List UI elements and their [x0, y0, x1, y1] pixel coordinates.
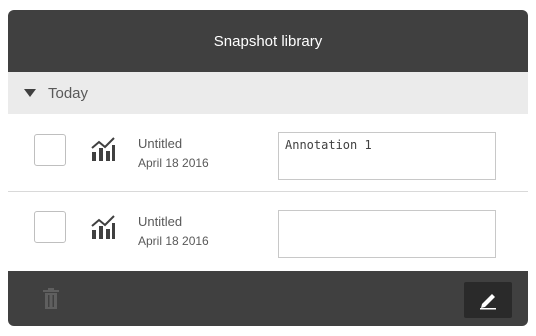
dialog-footer: [8, 271, 528, 326]
annotation-field[interactable]: Annotation 1: [278, 132, 496, 180]
snapshot-checkbox[interactable]: [34, 211, 66, 243]
snapshot-row[interactable]: Untitled April 18 2016 Annotation 1: [8, 114, 528, 192]
edit-button[interactable]: [464, 282, 512, 318]
snapshot-date: April 18 2016: [138, 156, 209, 170]
group-header-today[interactable]: Today: [8, 72, 528, 114]
line-chart-icon: [91, 215, 115, 239]
annotation-field[interactable]: [278, 210, 496, 258]
snapshot-row[interactable]: Untitled April 18 2016: [8, 193, 528, 271]
snapshot-title: Untitled: [138, 136, 183, 151]
pencil-icon: [480, 294, 496, 310]
snapshot-checkbox[interactable]: [34, 134, 66, 166]
line-chart-icon: [91, 137, 115, 161]
snapshot-library-dialog: Snapshot library Today Untitled April 18…: [8, 10, 528, 326]
caret-down-icon: [24, 89, 36, 97]
dialog-header: Snapshot library: [8, 10, 528, 72]
snapshot-meta: Untitled April 18 2016: [138, 136, 209, 172]
group-label: Today: [48, 84, 89, 102]
snapshot-title: Untitled: [138, 214, 183, 229]
snapshot-meta: Untitled April 18 2016: [138, 214, 209, 250]
snapshot-date: April 18 2016: [138, 234, 209, 248]
trash-icon: [43, 288, 59, 309]
dialog-title: Snapshot library: [213, 32, 323, 50]
